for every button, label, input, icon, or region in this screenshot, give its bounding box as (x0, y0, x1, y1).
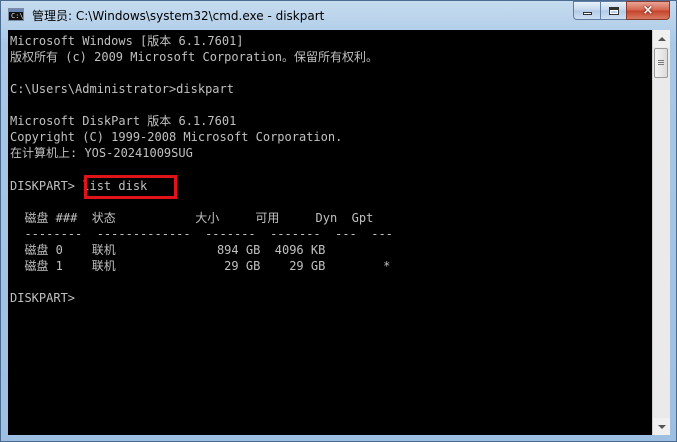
console-line: Microsoft Windows [版本 6.1.7601] (10, 34, 244, 48)
cmd-icon-prompt: C:\ (11, 12, 24, 20)
cmd-app-icon[interactable]: C:\ (8, 8, 24, 21)
scroll-down-button[interactable] (653, 418, 670, 435)
disk-table-row: 磁盘 0 联机 894 GB 4096 KB (10, 243, 326, 257)
disk-table-row: 磁盘 1 联机 29 GB 29 GB * (10, 259, 391, 273)
scroll-up-button[interactable] (653, 30, 670, 47)
console-prompt-line: DISKPART> (10, 291, 83, 305)
cmd-window: C:\ 管理员: C:\Windows\system32\cmd.exe - d… (0, 0, 677, 442)
console-line: C:\Users\Administrator>diskpart (10, 82, 234, 96)
disk-table-separator: -------- ------------- ------- ------- -… (10, 227, 393, 241)
title-bar[interactable]: C:\ 管理员: C:\Windows\system32\cmd.exe - d… (1, 1, 676, 31)
console-output[interactable]: Microsoft Windows [版本 6.1.7601] 版权所有 (c)… (8, 30, 652, 435)
maximize-button[interactable] (600, 1, 626, 20)
grip-line (658, 60, 664, 61)
close-button[interactable]: × (626, 1, 670, 20)
console-line: Microsoft DiskPart 版本 6.1.7601 (10, 114, 237, 128)
minimize-icon (582, 12, 592, 15)
minimize-button[interactable] (573, 1, 600, 20)
command-highlight-box (84, 175, 177, 199)
console-line: 在计算机上: YOS-20241009SUG (10, 146, 193, 160)
console-line: 版权所有 (c) 2009 Microsoft Corporation。保留所有… (10, 50, 378, 64)
grip-line (658, 64, 664, 65)
vertical-scrollbar[interactable] (652, 30, 670, 435)
scroll-down-icon (657, 424, 666, 429)
grip-line (658, 62, 664, 63)
window-controls: × (573, 1, 670, 20)
scroll-up-icon (657, 36, 666, 41)
close-icon: × (642, 3, 654, 18)
console-line: Copyright (C) 1999-2008 Microsoft Corpor… (10, 130, 343, 144)
window-title: 管理员: C:\Windows\system32\cmd.exe - diskp… (32, 9, 325, 23)
maximize-icon (608, 6, 619, 15)
disk-table-header: 磁盘 ### 状态 大小 可用 Dyn Gpt (10, 211, 374, 225)
scrollbar-thumb[interactable] (654, 48, 668, 78)
